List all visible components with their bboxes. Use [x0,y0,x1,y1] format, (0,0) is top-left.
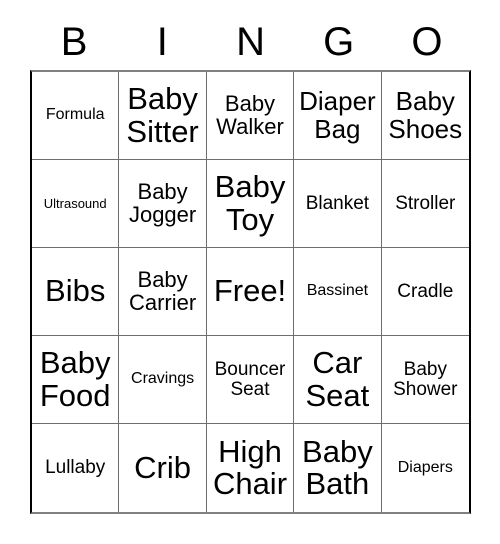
bingo-cell-label: Bibs [45,273,106,309]
bingo-cell-label: Bouncer Seat [214,358,286,400]
bingo-grid: Formula Baby Sitter Baby Walker Diaper Bag B… [30,70,471,514]
bingo-cell[interactable]: Ultrasound [32,160,120,248]
bingo-cell-label: Diapers [397,458,453,476]
bingo-cell[interactable]: Bouncer Seat [206,336,295,424]
bingo-cell[interactable]: Baby Shower [381,336,469,424]
bingo-cell[interactable]: Diapers [381,424,469,512]
bingo-cell-label: Baby Food [39,345,111,413]
bingo-cell-label: Baby Toy [214,169,286,237]
bingo-cell[interactable]: Car Seat [294,336,382,424]
bingo-cell[interactable]: Blanket [294,160,382,248]
bingo-cell[interactable]: Stroller [381,160,469,248]
bingo-card: B I N G O Formula Baby Sitter Baby Walker D… [0,0,500,544]
bingo-cell-label: Stroller [395,192,456,214]
bingo-cell-label: Baby Bath [302,433,373,501]
bingo-cell-label: Ultrasound [43,195,107,211]
bingo-cell-label: Diaper Bag [299,86,376,144]
bingo-cell[interactable]: Baby Bath [294,424,382,512]
bingo-cell-label: Formula [45,106,105,124]
bingo-cell-label: Cravings [131,370,195,388]
bingo-cell[interactable]: Crib [119,424,207,512]
bingo-cell[interactable]: Baby Shoes [381,72,469,160]
bingo-cell[interactable]: Baby Carrier [119,248,207,336]
bingo-cell-label: Baby Carrier [128,266,197,315]
bingo-cell[interactable]: Bibs [32,248,120,336]
bingo-header-letter-b: B [60,20,88,64]
bingo-cell[interactable]: Cravings [119,336,207,424]
bingo-cell[interactable]: Lullaby [32,424,120,512]
bingo-cell-label: High Chair [212,433,288,501]
bingo-cell-label: Lullaby [45,457,106,479]
bingo-header-row: B I N G O [30,14,471,70]
bingo-header-letter-g: G [323,20,355,64]
bingo-cell[interactable]: Baby Sitter [119,72,207,160]
bingo-cell[interactable]: Formula [32,72,120,160]
bingo-cell[interactable]: Diaper Bag [294,72,382,160]
bingo-cell-free-space[interactable]: Free! [206,248,295,336]
bingo-cell-label: Car Seat [305,345,370,413]
bingo-cell-label: Baby Jogger [128,178,197,227]
bingo-cell-label: Crib [134,449,192,485]
bingo-cell[interactable]: Baby Toy [206,160,295,248]
bingo-cell-label: Baby Shower [393,358,458,400]
bingo-cell[interactable]: Bassinet [294,248,382,336]
bingo-cell-label: Bassinet [306,282,369,300]
bingo-cell[interactable]: Cradle [381,248,469,336]
bingo-header-letter-n: N [236,20,265,64]
bingo-cell-label: Baby Walker [216,90,284,139]
bingo-cell-label: Baby Sitter [126,81,199,149]
bingo-header-letter-o: O [411,20,443,64]
bingo-header-letter-i: I [156,20,168,64]
bingo-cell-label: Cradle [397,280,454,302]
bingo-cell[interactable]: High Chair [206,424,295,512]
bingo-cell-label: Free! [213,273,287,309]
bingo-cell[interactable]: Baby Jogger [119,160,207,248]
bingo-cell[interactable]: Baby Walker [206,72,295,160]
bingo-cell-label: Baby Shoes [388,86,463,144]
bingo-cell[interactable]: Baby Food [32,336,120,424]
bingo-cell-label: Blanket [305,192,370,214]
